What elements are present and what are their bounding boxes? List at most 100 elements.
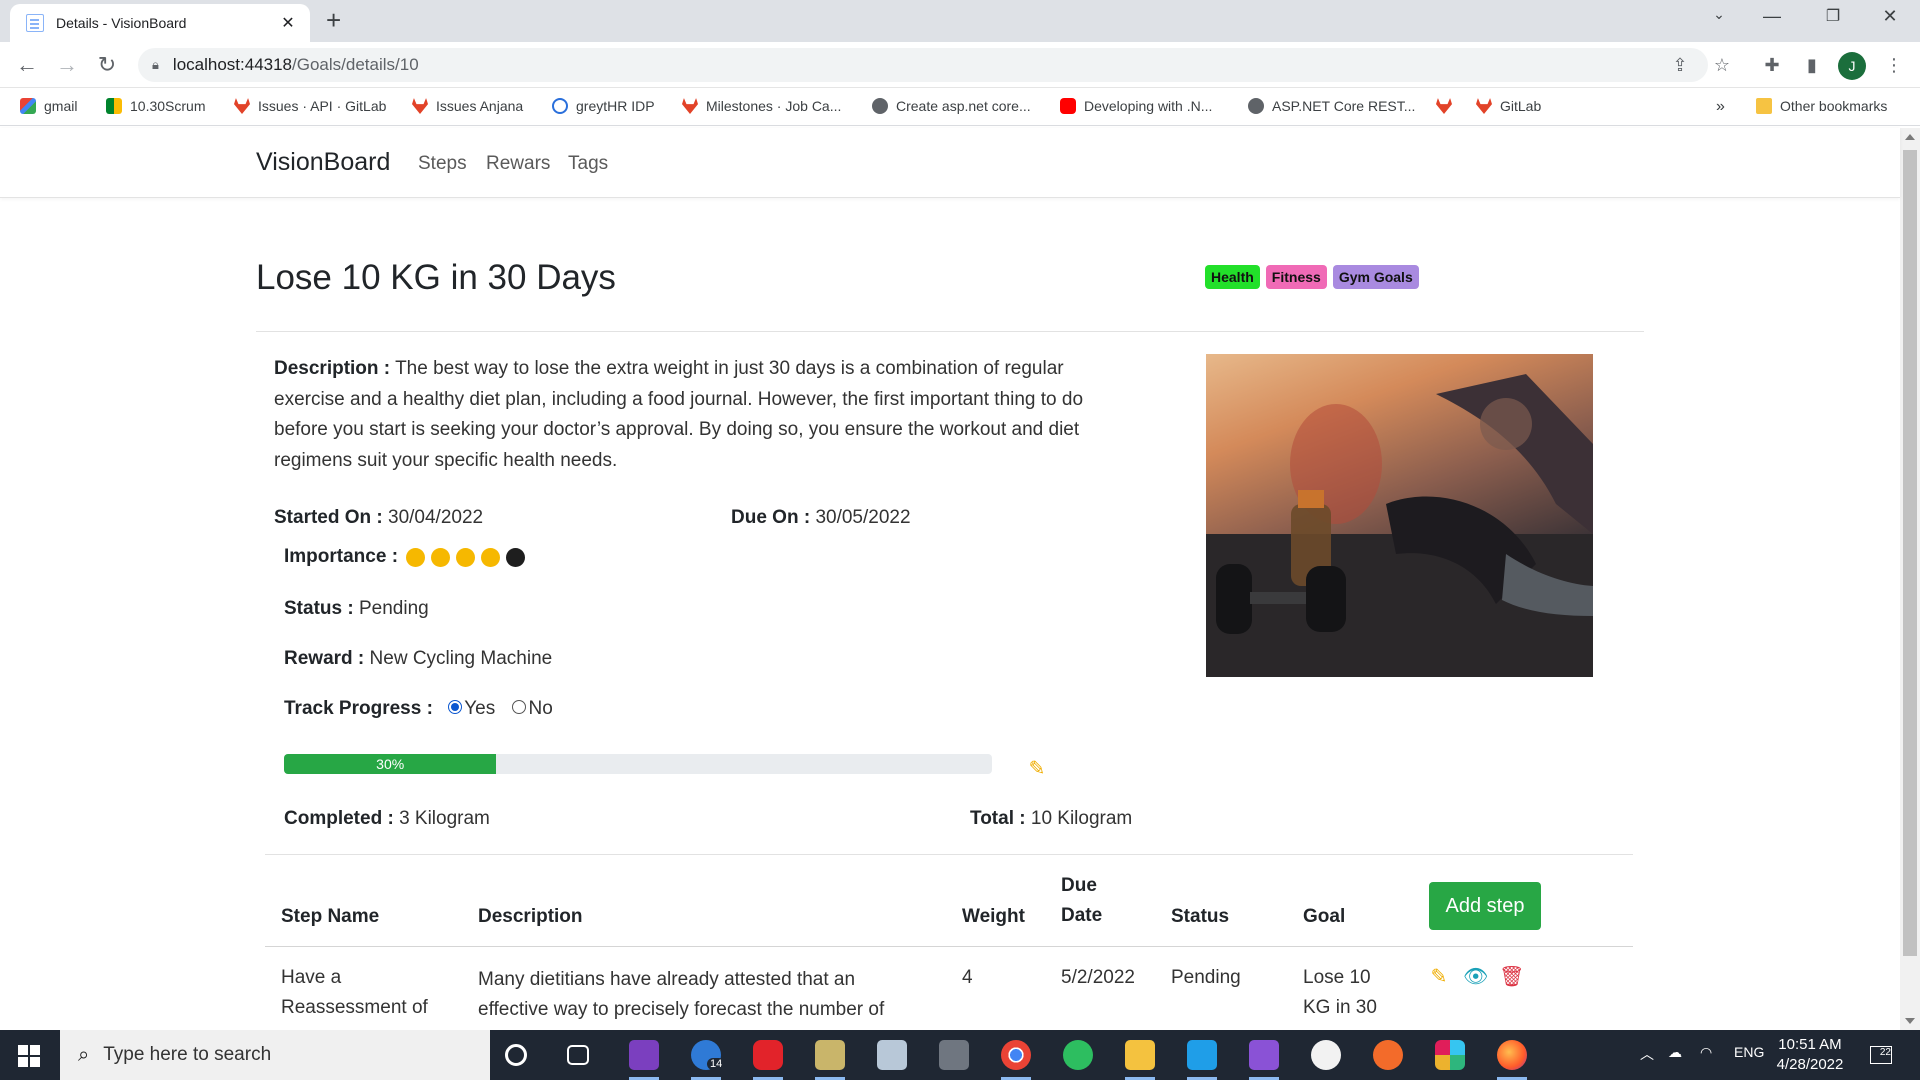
bookmark-issues-api[interactable]: Issues · API · GitLab xyxy=(234,98,386,114)
new-tab-button[interactable]: + xyxy=(326,7,341,33)
task-view-icon[interactable] xyxy=(567,1045,589,1065)
nav-link-rewards[interactable]: Rewars xyxy=(486,153,550,175)
page-scrollbar[interactable] xyxy=(1900,128,1920,1030)
reward-value: New Cycling Machine xyxy=(369,648,553,669)
bookmark-scrum[interactable]: 10.30Scrum xyxy=(106,98,205,114)
bookmark-create-aspnet[interactable]: Create asp.net core... xyxy=(872,98,1031,114)
page-favicon-icon xyxy=(26,14,44,32)
minimize-icon[interactable]: — xyxy=(1752,6,1792,27)
nav-link-steps[interactable]: Steps xyxy=(418,153,467,175)
bookmark-gitlab-unnamed[interactable] xyxy=(1436,98,1460,114)
bookmark-milestones[interactable]: Milestones · Job Ca... xyxy=(682,98,841,114)
file-explorer-icon[interactable] xyxy=(1125,1040,1155,1080)
slack-icon[interactable] xyxy=(1435,1040,1465,1070)
bookmark-gitlab[interactable]: GitLab xyxy=(1476,98,1541,114)
chrome-icon[interactable] xyxy=(1001,1040,1031,1080)
vscode-icon[interactable] xyxy=(1187,1040,1217,1080)
scrollbar-thumb[interactable] xyxy=(1903,150,1917,956)
reload-icon[interactable]: ↻ xyxy=(92,50,122,80)
vivaldi-icon[interactable] xyxy=(753,1040,783,1080)
other-bookmarks[interactable]: Other bookmarks xyxy=(1756,98,1887,114)
gitlab-icon xyxy=(682,98,698,114)
lock-icon: 🔒︎ xyxy=(152,57,159,72)
bookmark-greythr[interactable]: greytHR IDP xyxy=(552,98,655,114)
share-icon[interactable]: ⇪ xyxy=(1666,52,1694,78)
browser-tab-strip: Details - VisionBoard ✕ + ⌄ — ❐ ✕ xyxy=(0,0,1920,42)
track-no-option[interactable]: No xyxy=(512,698,553,719)
profile-avatar[interactable]: J xyxy=(1838,52,1866,80)
extensions-icon[interactable]: ✚ xyxy=(1758,52,1786,78)
forward-icon[interactable]: → xyxy=(52,50,82,80)
back-icon[interactable]: ← xyxy=(12,50,42,80)
importance-dot xyxy=(506,547,526,567)
menu-icon[interactable]: ⋮ xyxy=(1880,52,1908,78)
description-label: Description : xyxy=(274,358,391,379)
globe-icon xyxy=(1248,98,1264,114)
bookmark-star-icon[interactable]: ☆ xyxy=(1708,52,1736,78)
cortana-icon[interactable] xyxy=(505,1044,527,1066)
description-text: The best way to lose the extra weight in… xyxy=(274,358,1084,471)
evernote-icon[interactable] xyxy=(1063,1040,1093,1070)
total-value: 10 Kilogram xyxy=(1030,808,1133,829)
importance-dot xyxy=(406,547,426,567)
edit-progress-icon[interactable]: ✎ xyxy=(1025,757,1049,781)
close-window-icon[interactable]: ✕ xyxy=(1870,6,1910,27)
bookmark-issues-anjana[interactable]: Issues Anjana xyxy=(412,98,523,114)
greythr-icon xyxy=(552,98,568,114)
system-clock[interactable]: 10:51 AM 4/28/2022 xyxy=(1770,1035,1850,1075)
started-on-value: 30/04/2022 xyxy=(388,507,484,528)
status-value: Pending xyxy=(358,598,429,619)
windows-start-icon[interactable] xyxy=(18,1045,40,1067)
track-yes-option[interactable]: Yes xyxy=(448,698,495,719)
wifi-icon[interactable]: ◠ xyxy=(1700,1044,1712,1061)
network-status-icon[interactable]: ☁ xyxy=(1668,1044,1682,1061)
view-step-icon[interactable]: 👁︎ xyxy=(1463,965,1488,989)
github-icon[interactable] xyxy=(1311,1040,1341,1070)
goal-title: Lose 10 KG in 30 Days xyxy=(256,258,616,297)
col-header-status: Status xyxy=(1171,906,1230,927)
notification-count: 22 xyxy=(1879,1047,1891,1058)
windows-taskbar: ⌕ Type here to search 14 ︿ ☁ ◠ ENG 10:51… xyxy=(0,1030,1920,1080)
side-panel-icon[interactable]: ▮ xyxy=(1798,52,1826,78)
importance-dot xyxy=(481,547,501,567)
tray-overflow-icon[interactable]: ︿ xyxy=(1640,1044,1654,1064)
bookmarks-overflow-button[interactable]: » xyxy=(1716,98,1725,116)
bookmark-gmail[interactable]: gmail xyxy=(20,98,77,114)
close-tab-icon[interactable]: ✕ xyxy=(278,13,298,33)
scroll-down-icon[interactable] xyxy=(1905,1018,1915,1024)
taskbar-search[interactable]: ⌕ Type here to search xyxy=(60,1030,490,1080)
reward: Reward : New Cycling Machine xyxy=(284,648,553,669)
visual-studio-icon[interactable] xyxy=(1249,1040,1279,1080)
scroll-up-icon[interactable] xyxy=(1905,134,1915,140)
track-no-radio[interactable] xyxy=(512,699,527,714)
search-icon: ⌕ xyxy=(78,1043,90,1066)
bookmark-aspnet-rest[interactable]: ASP.NET Core REST... xyxy=(1248,98,1415,114)
notifications-icon[interactable]: 22 xyxy=(1870,1046,1892,1064)
calculator-icon[interactable] xyxy=(939,1040,969,1070)
tag-badge: Fitness xyxy=(1265,265,1327,289)
nav-link-tags[interactable]: Tags xyxy=(568,153,608,175)
todo-icon[interactable]: 14 xyxy=(691,1040,726,1080)
snipping-tool-icon[interactable] xyxy=(815,1040,845,1080)
step-description-cell: Many dietitians have already attested th… xyxy=(478,969,885,1020)
onenote-icon[interactable] xyxy=(629,1040,659,1080)
language-indicator[interactable]: ENG xyxy=(1734,1044,1764,1060)
track-yes-radio[interactable] xyxy=(448,699,463,714)
edit-step-icon[interactable]: ✎ xyxy=(1427,965,1451,989)
clock-time: 10:51 AM xyxy=(1778,1036,1842,1053)
tab-search-icon[interactable]: ⌄ xyxy=(1699,6,1739,23)
address-bar[interactable]: 🔒︎ localhost:44318/Goals/details/10 xyxy=(138,48,1708,82)
browser-tab[interactable]: Details - VisionBoard ✕ xyxy=(10,4,310,42)
add-step-button[interactable]: Add step xyxy=(1429,882,1541,930)
step-due-date-cell: 5/2/2022 xyxy=(1061,967,1135,988)
database-icon[interactable] xyxy=(877,1040,907,1070)
bookmark-developing-net[interactable]: Developing with .N... xyxy=(1060,98,1212,114)
browser-toolbar: ← → ↻ 🔒︎ localhost:44318/Goals/details/1… xyxy=(0,42,1920,88)
restore-icon[interactable]: ❐ xyxy=(1813,6,1853,26)
app-brand[interactable]: VisionBoard xyxy=(256,148,390,177)
delete-step-icon[interactable]: 🗑︎ xyxy=(1499,965,1524,989)
importance-dot xyxy=(456,547,476,567)
postman-icon[interactable] xyxy=(1373,1040,1403,1070)
status: Status : Pending xyxy=(284,598,429,619)
firefox-icon[interactable] xyxy=(1497,1040,1527,1080)
